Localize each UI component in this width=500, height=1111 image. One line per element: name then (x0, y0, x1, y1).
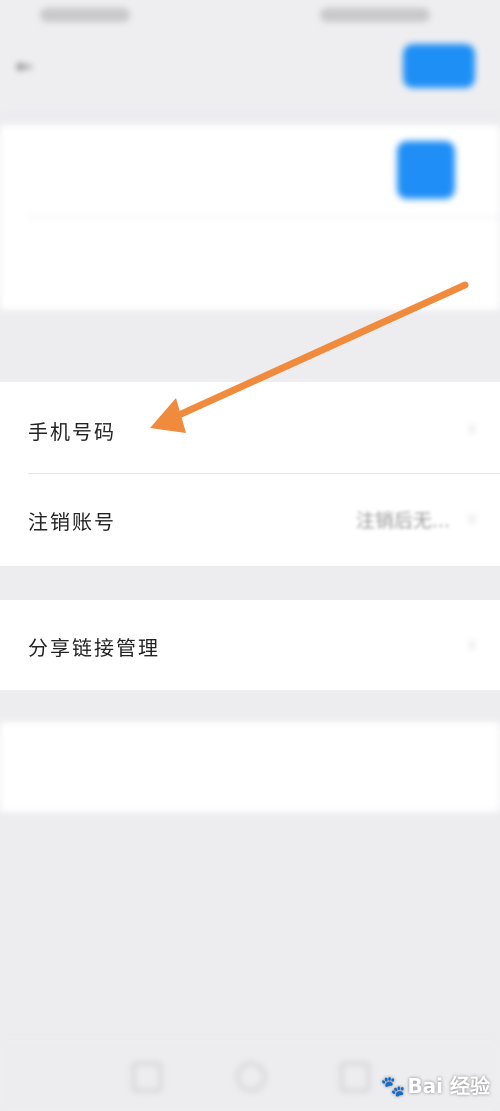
watermark: 🐾 Bai 经验 (381, 1070, 490, 1099)
paw-icon: 🐾 (380, 1074, 406, 1098)
arrow-icon (150, 281, 469, 433)
watermark-text: Bai 经验 (407, 1074, 490, 1098)
